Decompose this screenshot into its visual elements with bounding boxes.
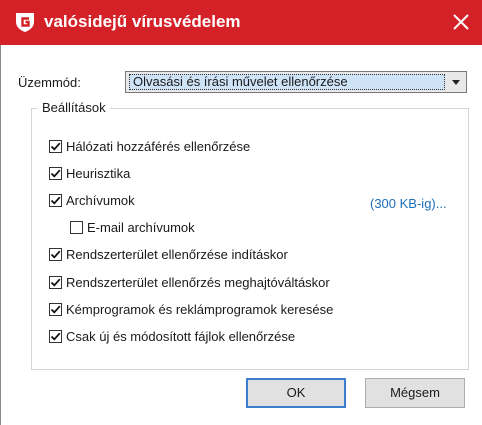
option-label: Kémprogramok és reklámprogramok keresése <box>66 302 334 317</box>
option-label: Heurisztika <box>66 166 131 181</box>
title-bar: valósidejű vírusvédelem <box>0 0 482 45</box>
checkbox-new-modified-only[interactable] <box>49 330 62 343</box>
mode-dropdown[interactable]: Olvasási és írási művelet ellenőrzése <box>125 71 467 93</box>
checkbox-spyware-adware[interactable] <box>49 303 62 316</box>
checkbox-archives[interactable] <box>49 194 62 207</box>
window-title: valósidejű vírusvédelem <box>44 12 241 31</box>
settings-group-label: Beállítások <box>38 101 110 115</box>
checkbox-email-archives[interactable] <box>70 221 83 234</box>
g-shield-logo-icon <box>13 10 37 34</box>
option-label: Rendszerterület ellenőrzés meghajtóváltá… <box>66 275 330 290</box>
option-label: Hálózati hozzáférés ellenőrzése <box>66 139 251 154</box>
antivirus-settings-dialog: valósidejű vírusvédelem Üzemmód: Olvasás… <box>0 0 482 425</box>
ok-button[interactable]: OK <box>246 378 346 408</box>
checkmark-icon <box>50 196 61 205</box>
checkmark-icon <box>50 250 61 259</box>
checkbox-network-access[interactable] <box>49 140 62 153</box>
mode-dropdown-value: Olvasási és írási művelet ellenőrzése <box>129 74 445 90</box>
option-label: E-mail archívumok <box>87 220 195 235</box>
window-left-border <box>0 45 1 425</box>
checkmark-icon <box>50 169 61 178</box>
option-label: Archívumok <box>66 193 135 208</box>
checkbox-system-area-startup[interactable] <box>49 248 62 261</box>
archive-size-limit-link[interactable]: (300 KB-ig)... <box>370 196 447 211</box>
option-label: Rendszerterület ellenőrzése indításkor <box>66 247 288 262</box>
checkbox-system-area-drive-change[interactable] <box>49 276 62 289</box>
cancel-button[interactable]: Mégsem <box>365 378 465 408</box>
checkmark-icon <box>50 332 61 341</box>
checkmark-icon <box>50 278 61 287</box>
close-icon[interactable] <box>446 7 476 37</box>
chevron-down-icon[interactable] <box>452 80 460 85</box>
mode-label: Üzemmód: <box>18 75 81 90</box>
checkbox-heuristics[interactable] <box>49 167 62 180</box>
checkmark-icon <box>50 142 61 151</box>
option-label: Csak új és módosított fájlok ellenőrzése <box>66 329 296 344</box>
checkmark-icon <box>50 305 61 314</box>
